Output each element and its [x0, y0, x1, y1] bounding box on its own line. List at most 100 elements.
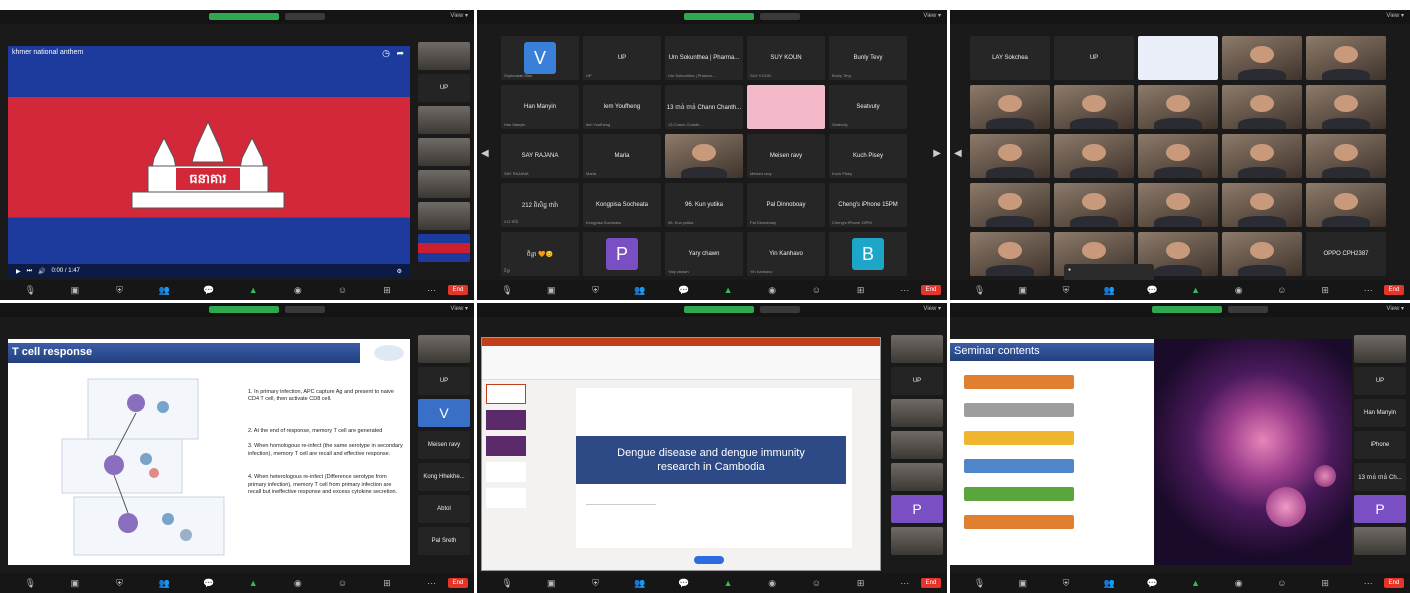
apps-icon[interactable]: ⊞	[854, 285, 868, 296]
participants-icon[interactable]: 👥	[633, 285, 647, 296]
participant-video[interactable]	[970, 134, 1050, 178]
reactions-icon[interactable]: ☺	[809, 578, 823, 588]
participants-icon[interactable]: 👥	[1102, 285, 1116, 296]
prev-page-icon[interactable]: ◀	[481, 148, 489, 159]
video-icon[interactable]: ▣	[68, 285, 82, 296]
share-screen-icon[interactable]: ▲	[246, 285, 260, 295]
participant-tile[interactable]: 13 ចាន់ ចាន់ Chann Chanth... 13 Chann Cha…	[665, 85, 743, 129]
settings-icon[interactable]: ⚙	[397, 268, 402, 275]
participant-thumb[interactable]	[891, 431, 943, 459]
participant-tile[interactable]: ចិន្តា 🧡😊 ចិន្តា	[501, 232, 579, 276]
participant-thumb[interactable]: Kong Hhekhe...	[418, 463, 470, 491]
clock-icon[interactable]: ◷	[382, 48, 390, 59]
participant-tile[interactable]: Kongpisa Socheata Kongpisa Socheata	[583, 183, 661, 227]
participant-video[interactable]	[1054, 85, 1134, 129]
share-screen-icon[interactable]: ▲	[721, 578, 735, 588]
participant-thumb[interactable]	[418, 138, 470, 166]
share-status-pill[interactable]	[208, 13, 279, 20]
participant-thumb[interactable]: P	[1354, 495, 1406, 523]
end-button[interactable]: End	[1384, 285, 1404, 295]
participant-thumb[interactable]	[1354, 335, 1406, 363]
participants-icon[interactable]: 👥	[633, 578, 647, 589]
participant-tile[interactable]: Seatvuty Seatvuty	[829, 85, 907, 129]
participant-avatar-image[interactable]	[747, 85, 825, 129]
video-icon[interactable]: ▣	[544, 285, 558, 296]
participant-tile[interactable]: SUY KOUN SUY KOUN	[747, 36, 825, 80]
participant-video[interactable]	[1222, 232, 1302, 276]
shared-video[interactable]: khmer national anthem ◷ ➦ ធនាគារ ▶ ⏭ 🔊 0…	[8, 46, 410, 278]
chat-icon[interactable]: 💬	[1145, 578, 1159, 589]
participant-video[interactable]	[1138, 134, 1218, 178]
chat-icon[interactable]: 💬	[677, 578, 691, 589]
apps-icon[interactable]: ⊞	[1318, 285, 1332, 296]
security-icon[interactable]: ⛨	[112, 578, 126, 589]
participant-tile[interactable]: 96. Kun yutika 96. Kun yutika	[665, 183, 743, 227]
participant-video[interactable]	[970, 183, 1050, 227]
participant-video[interactable]	[970, 85, 1050, 129]
record-icon[interactable]: ◉	[765, 578, 779, 589]
participant-video[interactable]	[1222, 36, 1302, 80]
participant-thumb[interactable]: Meisen ravy	[418, 431, 470, 459]
slide-canvas[interactable]: Dengue disease and dengue immunity resea…	[576, 388, 852, 548]
mic-icon[interactable]: 🎙	[973, 578, 987, 589]
participant-tile[interactable]: UP UP	[583, 36, 661, 80]
more-icon[interactable]: ⋯	[1361, 578, 1375, 589]
participant-thumb[interactable]	[418, 170, 470, 198]
participant-tile[interactable]: V Sophearak Mao	[501, 36, 579, 80]
participant-tile[interactable]: UP	[1054, 36, 1134, 80]
participant-tile[interactable]: 212 ពិសិដ្ឋ ថារ៉ា 212 ថារ៉ា	[501, 183, 579, 227]
chat-icon[interactable]: 💬	[202, 285, 216, 296]
more-icon[interactable]: ⋯	[425, 578, 439, 589]
participant-video[interactable]	[1306, 36, 1386, 80]
participant-video[interactable]	[1054, 183, 1134, 227]
participant-thumb[interactable]: UP	[1354, 367, 1406, 395]
chat-icon[interactable]: 💬	[202, 578, 216, 589]
participant-video[interactable]	[1222, 134, 1302, 178]
participant-video[interactable]	[665, 134, 743, 178]
mic-icon[interactable]: 🎙	[500, 578, 514, 589]
participant-video[interactable]	[1138, 183, 1218, 227]
participants-icon[interactable]: 👥	[157, 578, 171, 589]
participant-tile[interactable]: Yary chawn Yary chawn	[665, 232, 743, 276]
mic-icon[interactable]: 🎙	[23, 578, 37, 589]
next-icon[interactable]: ⏭	[27, 268, 32, 275]
participant-thumb[interactable]	[418, 234, 470, 262]
participant-thumb[interactable]	[418, 42, 470, 70]
record-icon[interactable]: ◉	[291, 285, 305, 296]
chat-icon[interactable]: 💬	[1145, 285, 1159, 296]
participant-tile[interactable]: Kuch Pisey Kuch Pisey	[829, 134, 907, 178]
share-screen-icon[interactable]: ▲	[1189, 285, 1203, 295]
participant-thumb[interactable]: iPhone	[1354, 431, 1406, 459]
participant-thumb[interactable]: Pal Sreth	[418, 527, 470, 555]
record-icon[interactable]: ◉	[765, 285, 779, 296]
mic-icon[interactable]: 🎙	[500, 285, 514, 296]
participant-tile[interactable]: Meisen ravy Meisen ravy	[747, 134, 825, 178]
participant-tile[interactable]: SAY RAJANA SAY RAJANA	[501, 134, 579, 178]
participant-tile[interactable]: P	[583, 232, 661, 276]
participant-tile[interactable]: lem Youfheng lem Youfheng	[583, 85, 661, 129]
more-icon[interactable]: ⋯	[425, 285, 439, 296]
end-button[interactable]: End	[1384, 578, 1404, 588]
record-icon[interactable]: ◉	[1232, 578, 1246, 589]
participant-thumb[interactable]	[418, 106, 470, 134]
share-screen-icon[interactable]: ▲	[1189, 578, 1203, 588]
reactions-icon[interactable]: ☺	[335, 285, 349, 295]
end-button[interactable]: End	[921, 578, 941, 588]
participant-thumb[interactable]: Han Manyin	[1354, 399, 1406, 427]
participant-tile[interactable]: LAY Sokchea	[970, 36, 1050, 80]
participant-video[interactable]	[1222, 85, 1302, 129]
participant-thumb[interactable]: P	[891, 495, 943, 523]
participant-tile[interactable]: Han Manyin Han Manyin	[501, 85, 579, 129]
chat-icon[interactable]: 💬	[677, 285, 691, 296]
more-icon[interactable]: ⋯	[1361, 285, 1375, 296]
security-icon[interactable]: ⛨	[588, 578, 602, 589]
participant-thumb[interactable]	[418, 335, 470, 363]
apps-icon[interactable]: ⊞	[1318, 578, 1332, 589]
participant-tile[interactable]: Bunly Tevy Bunly Tevy	[829, 36, 907, 80]
participant-thumb[interactable]: UP	[418, 367, 470, 395]
participant-thumb[interactable]: V	[418, 399, 470, 427]
participant-thumb[interactable]	[891, 527, 943, 555]
participant-shared-slide[interactable]	[1138, 36, 1218, 80]
video-icon[interactable]: ▣	[68, 578, 82, 589]
reactions-icon[interactable]: ☺	[335, 578, 349, 588]
